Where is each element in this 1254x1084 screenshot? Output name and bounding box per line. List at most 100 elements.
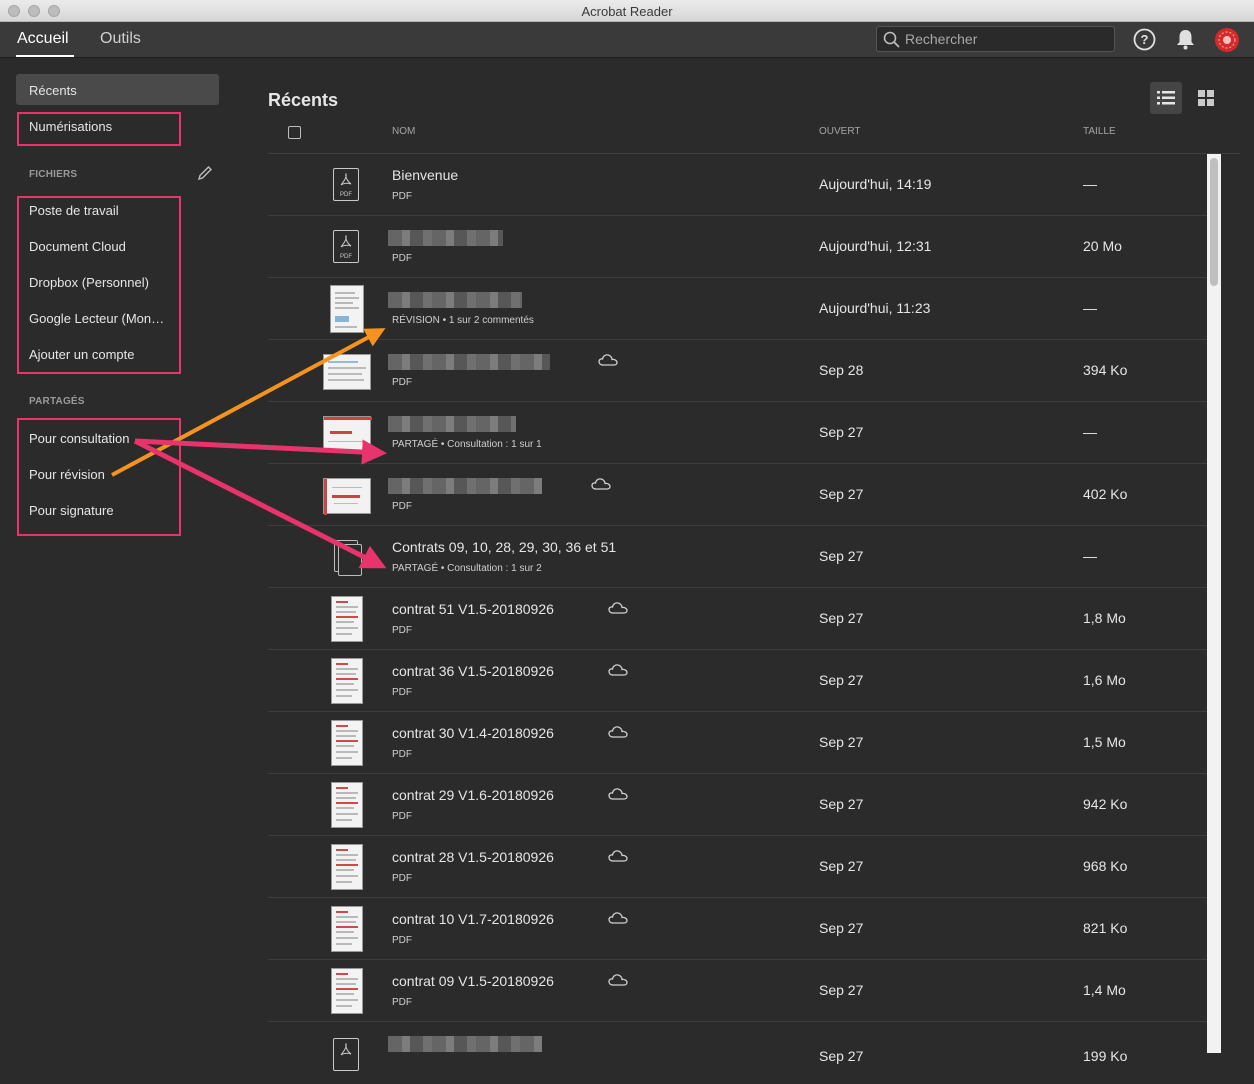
file-type: PDF [392,625,412,636]
file-name: contrat 36 V1.5-20180926 [392,663,554,679]
section-files-heading: FICHIERS [29,169,78,180]
cloud-icon [598,354,618,366]
cloud-icon [608,912,628,924]
file-opened: Sep 27 [819,1048,864,1064]
file-opened: Sep 27 [819,858,864,874]
title-bar: Acrobat Reader [0,0,1254,22]
redacted-file-name [388,354,550,370]
table-row[interactable]: Sep 27 199 Ko [268,1022,1207,1084]
sidebar-item-recents[interactable]: Récents [29,83,77,98]
table-row[interactable]: Contrats 09, 10, 28, 29, 30, 36 et 51 PA… [268,526,1207,588]
file-size: 402 Ko [1083,486,1128,502]
file-size: 1,8 Mo [1083,610,1126,626]
avatar-icon[interactable] [1214,27,1240,53]
main-panel: Récents NOM OUVERT TAILLE PDF Bienvenue … [235,58,1254,1071]
file-type: PDF [392,935,412,946]
pdf-file-icon: PDF [333,230,359,263]
section-shared-heading: PARTAGÉS [29,396,85,407]
file-size: — [1083,548,1097,564]
column-header-size[interactable]: TAILLE [1083,126,1116,137]
search-icon [883,31,900,48]
search-box[interactable] [876,26,1115,52]
file-opened: Sep 27 [819,610,864,626]
file-name: Bienvenue [392,167,459,183]
top-nav: Accueil Outils ? [0,22,1254,58]
table-row[interactable]: PDF Sep 27 402 Ko [268,464,1207,526]
table-row[interactable]: contrat 36 V1.5-20180926 PDF Sep 27 1,6 … [268,650,1207,712]
scrollbar-track[interactable] [1207,154,1221,1053]
file-size: 199 Ko [1083,1048,1128,1064]
cloud-icon [608,664,628,676]
file-opened: Sep 28 [819,362,864,378]
table-row[interactable]: contrat 30 V1.4-20180926 PDF Sep 27 1,5 … [268,712,1207,774]
table-row[interactable]: PDF Bienvenue PDF Aujourd'hui, 14:19 — [268,154,1207,216]
column-header-name[interactable]: NOM [392,126,415,137]
redacted-file-name [388,1036,542,1052]
file-opened: Sep 27 [819,548,864,564]
file-opened: Sep 27 [819,734,864,750]
file-size: 968 Ko [1083,858,1128,874]
table-row[interactable]: contrat 09 V1.5-20180926 PDF Sep 27 1,4 … [268,960,1207,1022]
app-window: Acrobat Reader Accueil Outils ? Récents … [0,0,1254,1071]
highlight-box-shared [17,418,181,536]
tab-accueil[interactable]: Accueil [17,30,69,48]
document-thumbnail [331,906,363,952]
select-all-checkbox[interactable] [288,126,301,139]
redacted-file-name [388,416,516,432]
scrollbar-thumb[interactable] [1210,158,1218,286]
list-view-button[interactable] [1150,82,1182,114]
file-size: — [1083,176,1097,192]
bell-icon[interactable] [1175,28,1196,51]
document-thumbnail [331,596,363,642]
file-type: PDF [392,377,412,388]
file-type: PDF [392,749,412,760]
sidebar: Récents Numérisations FICHIERS Poste de … [0,58,235,1053]
search-input[interactable] [905,30,1105,48]
file-name: Contrats 09, 10, 28, 29, 30, 36 et 51 [392,539,617,555]
file-size: 942 Ko [1083,796,1128,812]
file-name: contrat 28 V1.5-20180926 [392,849,554,865]
file-type: PDF [392,501,412,512]
highlight-box-files [17,196,181,374]
list-view-icon [1157,91,1175,105]
document-thumbnail [331,782,363,828]
pdf-file-icon: PDF [333,168,359,201]
tab-outils[interactable]: Outils [100,30,141,48]
document-thumbnail [323,416,372,452]
window-title: Acrobat Reader [581,4,673,19]
file-name: contrat 51 V1.5-20180926 [392,601,554,617]
file-type: PDF [392,687,412,698]
cloud-icon [591,478,611,490]
file-type: PDF [392,811,412,822]
file-type: PDF [392,873,412,884]
file-type: PDF [392,191,412,202]
document-thumbnail [331,844,363,890]
pdf-file-icon [333,1038,359,1071]
file-name: contrat 09 V1.5-20180926 [392,973,554,989]
file-type: PARTAGÉ • Consultation : 1 sur 1 [392,439,542,450]
grid-view-button[interactable] [1190,82,1222,114]
pencil-icon[interactable] [197,165,213,181]
table-row[interactable]: PARTAGÉ • Consultation : 1 sur 1 Sep 27 … [268,402,1207,464]
document-thumbnail [323,354,371,390]
table-row[interactable]: contrat 28 V1.5-20180926 PDF Sep 27 968 … [268,836,1207,898]
file-opened: Sep 27 [819,424,864,440]
table-row[interactable]: PDF Sep 28 394 Ko [268,340,1207,402]
column-header-opened[interactable]: OUVERT [819,126,861,137]
document-thumbnail [331,658,363,704]
redacted-file-name [388,478,542,494]
file-type: PDF [392,253,412,264]
table-row[interactable]: contrat 51 V1.5-20180926 PDF Sep 27 1,8 … [268,588,1207,650]
table-row[interactable]: contrat 29 V1.6-20180926 PDF Sep 27 942 … [268,774,1207,836]
table-row[interactable]: PDF PDF Aujourd'hui, 12:31 20 Mo [268,216,1207,278]
file-name: contrat 29 V1.6-20180926 [392,787,554,803]
file-size: 821 Ko [1083,920,1128,936]
table-row[interactable]: contrat 10 V1.7-20180926 PDF Sep 27 821 … [268,898,1207,960]
file-size: 394 Ko [1083,362,1128,378]
table-row[interactable]: RÉVISION • 1 sur 2 commentés Aujourd'hui… [268,278,1207,340]
redacted-file-name [388,292,522,308]
file-opened: Aujourd'hui, 11:23 [819,300,931,316]
file-opened: Sep 27 [819,486,864,502]
help-icon[interactable]: ? [1133,28,1156,51]
redacted-file-name [388,230,503,246]
